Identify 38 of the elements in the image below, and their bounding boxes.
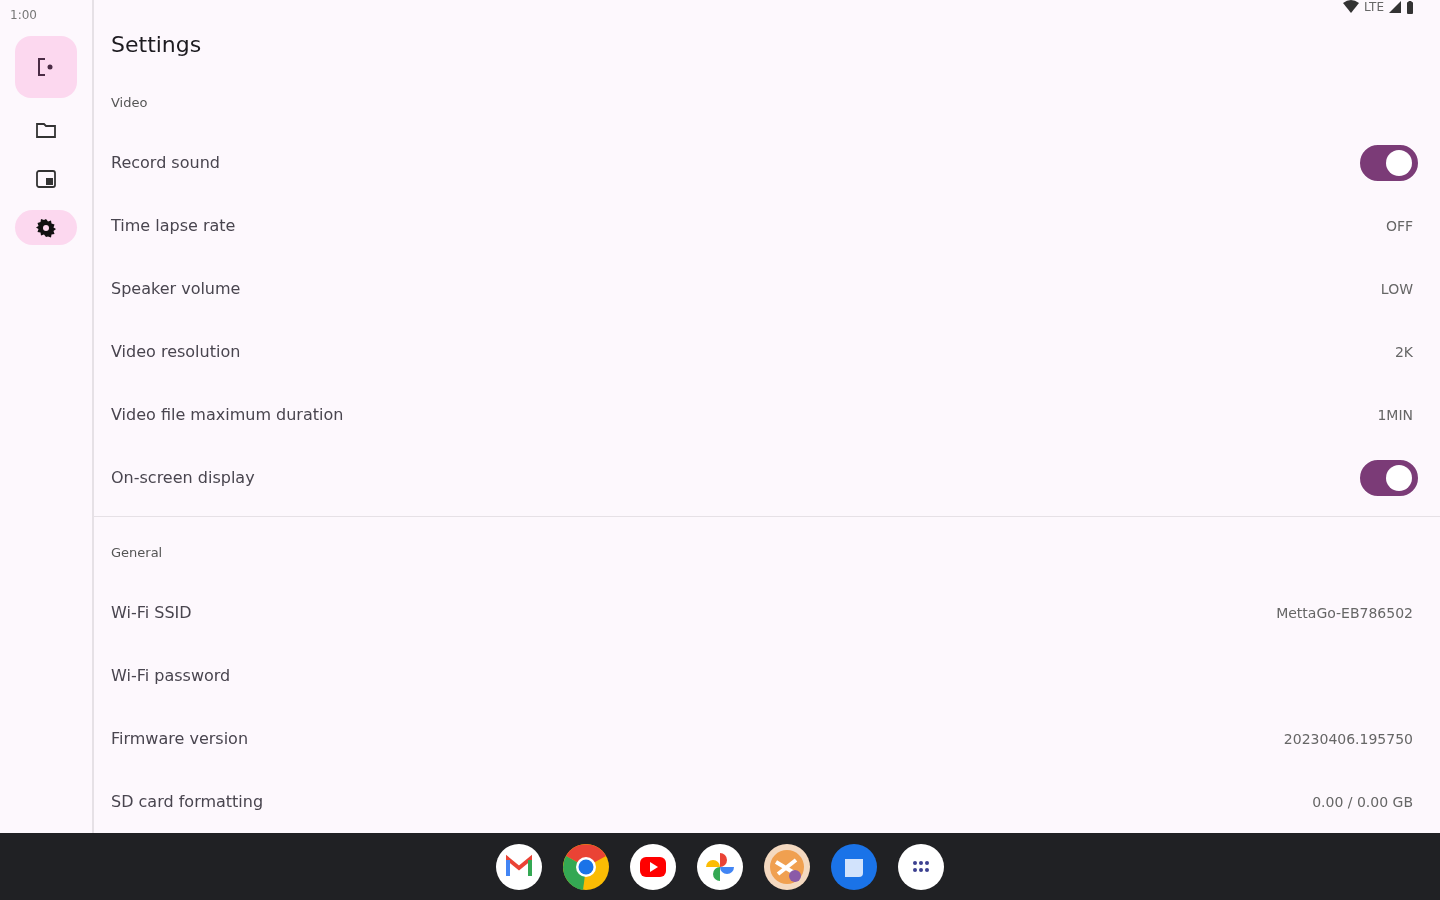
picture-in-picture-icon (35, 167, 57, 190)
network-label: LTE (1364, 0, 1384, 14)
setting-value: LOW (1380, 280, 1413, 297)
photos-app-icon[interactable] (697, 843, 743, 890)
setting-value: 0.00 / 0.00 GB (1312, 793, 1413, 810)
setting-label: Video file maximum duration (111, 405, 344, 424)
exit-button[interactable] (15, 36, 77, 98)
app-launcher-icon[interactable] (898, 843, 944, 890)
setting-label: Firmware version (111, 729, 248, 748)
signal-icon (1389, 1, 1401, 13)
video-app-icon[interactable] (630, 843, 676, 890)
tool-app-icon[interactable] (764, 843, 810, 890)
toggle-switch[interactable] (1360, 144, 1418, 181)
setting-label: Video resolution (111, 342, 241, 361)
section-header: General (111, 544, 163, 562)
toggle-switch[interactable] (1360, 459, 1418, 496)
status-time: 1:00 (10, 7, 37, 23)
wifi-icon (1343, 0, 1360, 14)
section-header: Video (111, 94, 148, 112)
browser-app-icon[interactable] (563, 843, 609, 890)
battery-icon (1406, 0, 1414, 14)
setting-value: OFF (1385, 217, 1413, 234)
setting-label: SD card formatting (111, 792, 264, 811)
setting-value: 20230406.195750 (1283, 730, 1413, 747)
setting-value: 1MIN (1377, 406, 1413, 423)
page-title: Settings (111, 31, 202, 59)
mail-app-icon[interactable] (496, 843, 542, 890)
setting-label: On-screen display (111, 468, 255, 487)
setting-label: Wi-Fi password (111, 666, 231, 685)
setting-label: Record sound (111, 153, 220, 172)
setting-label: Wi-Fi SSID (111, 603, 192, 622)
nav-item[interactable] (15, 210, 77, 245)
setting-value: MettaGo-EB786502 (1276, 604, 1413, 621)
setting-label: Speaker volume (111, 279, 241, 298)
settings-icon (35, 216, 57, 239)
setting-value: 2K (1394, 343, 1413, 360)
setting-label: Time lapse rate (111, 216, 236, 235)
messages-app-icon[interactable] (831, 843, 877, 890)
